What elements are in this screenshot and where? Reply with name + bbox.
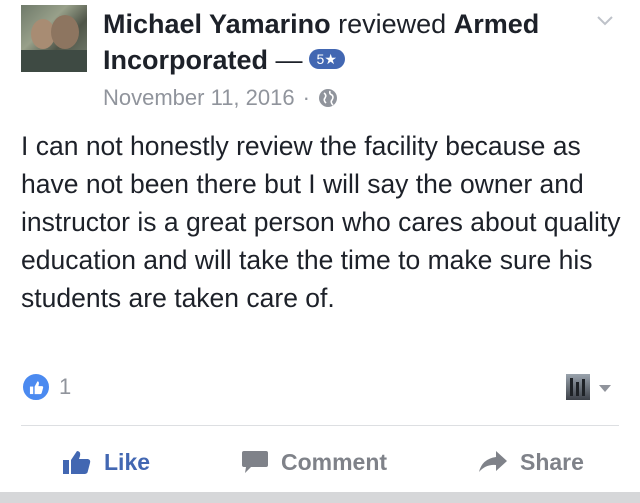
share-label: Share bbox=[520, 448, 584, 475]
globe-icon bbox=[318, 89, 337, 107]
like-label: Like bbox=[104, 448, 151, 475]
reaction-count: 1 bbox=[59, 374, 72, 399]
share-button[interactable]: Share bbox=[478, 440, 584, 484]
title-dash: — bbox=[275, 45, 303, 75]
comment-button[interactable]: Comment bbox=[241, 440, 387, 484]
reactions-summary[interactable]: 1 bbox=[21, 372, 72, 402]
page-avatar-icon[interactable] bbox=[566, 374, 590, 400]
post-header: Michael Yamarino reviewed Armed Incorpora… bbox=[103, 6, 583, 78]
caret-down-icon[interactable] bbox=[598, 383, 612, 393]
author-name-link[interactable]: Michael Yamarino bbox=[103, 9, 331, 39]
comment-icon bbox=[242, 451, 268, 473]
post-date[interactable]: November 11, 2016 bbox=[103, 84, 295, 112]
action-bar: Like Comment Share bbox=[0, 440, 640, 484]
meta-separator: · bbox=[302, 85, 310, 110]
thumbs-up-icon bbox=[63, 451, 91, 474]
comment-label: Comment bbox=[281, 448, 388, 475]
divider bbox=[21, 425, 619, 426]
post-meta: November 11, 2016 · bbox=[103, 84, 338, 112]
share-icon bbox=[479, 451, 507, 472]
feed-separator bbox=[0, 492, 640, 503]
review-text: I can not honestly review the facility b… bbox=[21, 131, 621, 313]
chevron-down-icon[interactable] bbox=[596, 12, 614, 30]
like-button[interactable]: Like bbox=[62, 440, 150, 484]
avatar[interactable] bbox=[21, 5, 87, 72]
rating-badge: 5★ bbox=[308, 48, 345, 69]
review-post: Michael Yamarino reviewed Armed Incorpora… bbox=[0, 0, 640, 503]
action-text: reviewed bbox=[338, 9, 447, 39]
thumbs-up-icon bbox=[21, 372, 51, 402]
